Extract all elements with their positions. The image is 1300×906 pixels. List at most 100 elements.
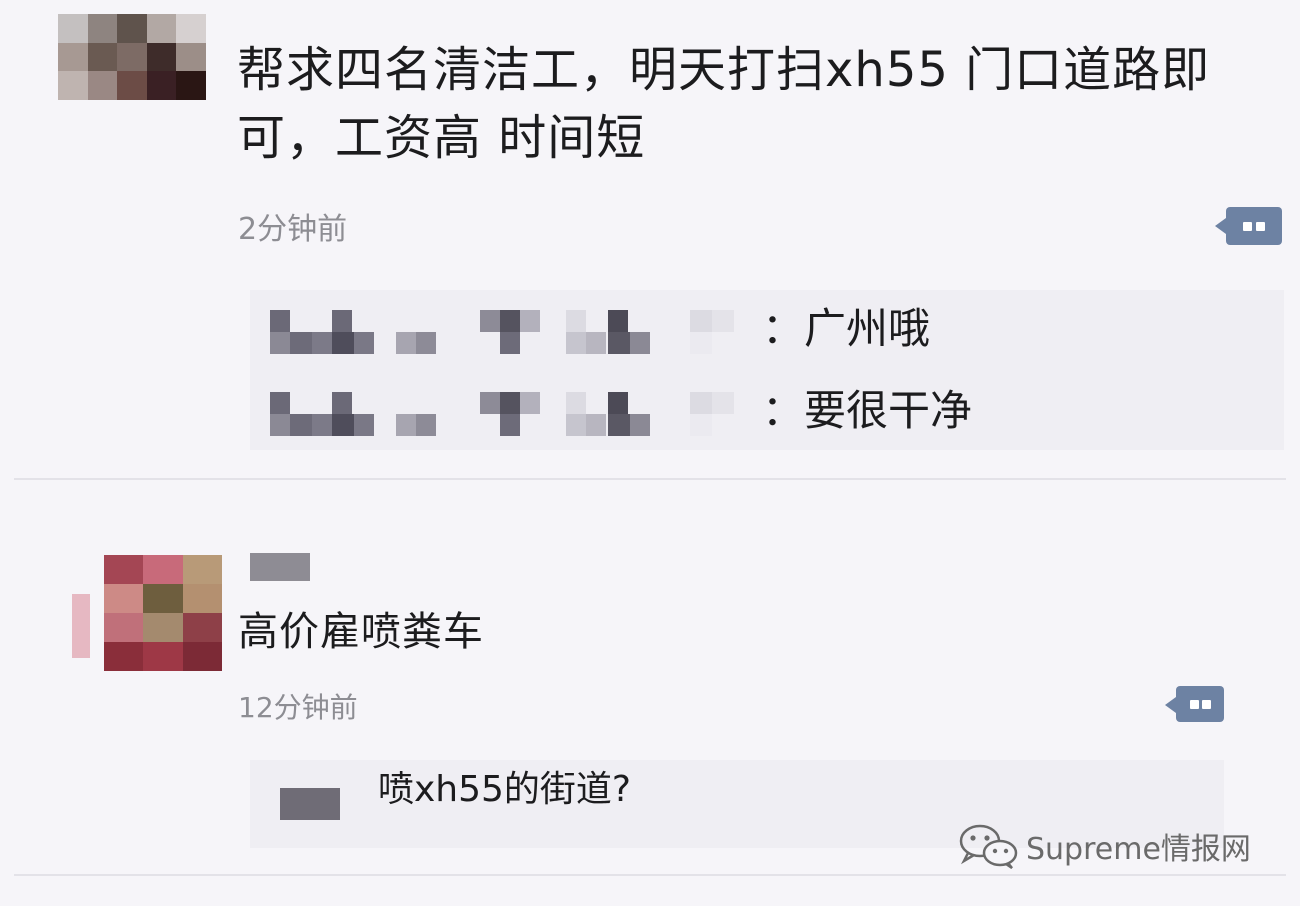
avatar[interactable]	[104, 555, 222, 671]
avatar-pixel	[143, 613, 183, 642]
avatar-pixel	[58, 71, 88, 100]
mosaic-block	[608, 310, 628, 332]
post-divider	[14, 874, 1286, 876]
wechat-icon	[959, 824, 1018, 869]
mosaic-block	[566, 392, 586, 414]
avatar-pixel	[117, 42, 147, 72]
avatar-edge-fragment	[72, 594, 90, 658]
mosaic-block	[416, 332, 436, 354]
avatar-pixel	[146, 71, 177, 100]
mosaic-block	[712, 310, 734, 332]
avatar[interactable]	[58, 14, 206, 100]
avatar-pixel	[104, 584, 144, 613]
mosaic-block	[586, 414, 606, 436]
comment-dot-icon	[1202, 700, 1211, 709]
mosaic-block	[416, 414, 436, 436]
mosaic-block	[332, 332, 354, 354]
avatar-pixel	[182, 584, 222, 613]
avatar-pixel	[176, 71, 206, 100]
comment-button[interactable]	[1165, 686, 1224, 722]
avatar-pixel	[182, 642, 222, 671]
avatar-pixel	[87, 71, 118, 100]
avatar-pixel	[182, 613, 222, 642]
mosaic-block	[290, 414, 312, 436]
comment-text: ：要很干净	[762, 386, 973, 435]
mosaic-block	[690, 332, 712, 354]
post-divider	[14, 478, 1286, 480]
comment-row[interactable]: ：广州哦	[250, 294, 1284, 364]
username-pixelated[interactable]	[250, 553, 310, 581]
mosaic-block	[500, 414, 520, 436]
mosaic-block	[566, 310, 586, 332]
mosaic-block	[270, 310, 290, 332]
mosaic-block	[480, 392, 500, 414]
post-timestamp: 12分钟前	[238, 691, 358, 724]
comment-dot-icon	[1243, 222, 1252, 231]
commenter-name-pixelated[interactable]	[270, 310, 740, 354]
comment-text: 喷xh55的街道?	[378, 769, 632, 810]
watermark: Supreme情报网	[958, 823, 1251, 869]
mosaic-block	[520, 310, 540, 332]
mosaic-block	[566, 414, 586, 436]
avatar-pixel	[58, 42, 88, 72]
mosaic-block	[500, 392, 520, 414]
mosaic-block	[608, 414, 630, 436]
avatar-pixel	[104, 613, 144, 642]
avatar-pixel	[143, 584, 183, 613]
mosaic-block	[690, 414, 712, 436]
mosaic-block	[586, 332, 606, 354]
watermark-text: Supreme情报网	[1026, 832, 1251, 867]
mosaic-block	[290, 332, 312, 354]
mosaic-block	[270, 332, 290, 354]
comment-section: ：广州哦 ：要很干净	[250, 290, 1284, 450]
avatar-pixel	[104, 555, 144, 584]
mosaic-block	[270, 392, 290, 414]
post-timestamp: 2分钟前	[238, 212, 348, 247]
mosaic-block	[270, 414, 290, 436]
commenter-name-pixelated[interactable]	[280, 788, 340, 820]
mosaic-block	[608, 392, 628, 414]
avatar-pixel	[176, 14, 206, 43]
comment-dot-icon	[1190, 700, 1199, 709]
avatar-pixel	[146, 14, 177, 43]
mosaic-block	[354, 332, 374, 354]
commenter-name-pixelated[interactable]	[270, 392, 740, 436]
mosaic-block	[332, 414, 354, 436]
avatar-pixel	[117, 14, 147, 43]
mosaic-block	[608, 332, 630, 354]
mosaic-block	[520, 392, 540, 414]
mosaic-block	[312, 414, 332, 436]
mosaic-block	[712, 392, 734, 414]
mosaic-block	[566, 332, 586, 354]
avatar-pixel	[176, 42, 206, 72]
avatar-pixel	[58, 14, 88, 43]
comment-text: ：广州哦	[762, 304, 931, 353]
mosaic-block	[630, 332, 650, 354]
avatar-pixel	[87, 14, 118, 43]
post-text: 帮求四名清洁工，明天打扫xh55 门口道路即可，工资高 时间短	[237, 42, 1211, 166]
mosaic-block	[690, 310, 712, 332]
mosaic-block	[396, 414, 416, 436]
mosaic-block	[480, 310, 500, 332]
mosaic-block	[332, 392, 352, 414]
mosaic-block	[332, 310, 352, 332]
mosaic-block	[690, 392, 712, 414]
comment-dot-icon	[1256, 222, 1265, 231]
avatar-pixel	[117, 71, 147, 100]
avatar-pixel	[143, 555, 183, 584]
mosaic-block	[354, 414, 374, 436]
mosaic-block	[312, 332, 332, 354]
post-text: 高价雇喷粪车	[238, 609, 484, 655]
avatar-pixel	[143, 642, 183, 671]
comment-row[interactable]: 喷xh55的街道?	[250, 760, 1224, 830]
comment-row[interactable]: ：要很干净	[250, 376, 1284, 446]
mosaic-block	[500, 310, 520, 332]
mosaic-block	[396, 332, 416, 354]
avatar-pixel	[104, 642, 144, 671]
avatar-pixel	[87, 42, 118, 72]
mosaic-block	[630, 414, 650, 436]
avatar-pixel	[182, 555, 222, 584]
mosaic-block	[500, 332, 520, 354]
comment-button[interactable]	[1215, 207, 1282, 245]
avatar-pixel	[146, 42, 177, 72]
